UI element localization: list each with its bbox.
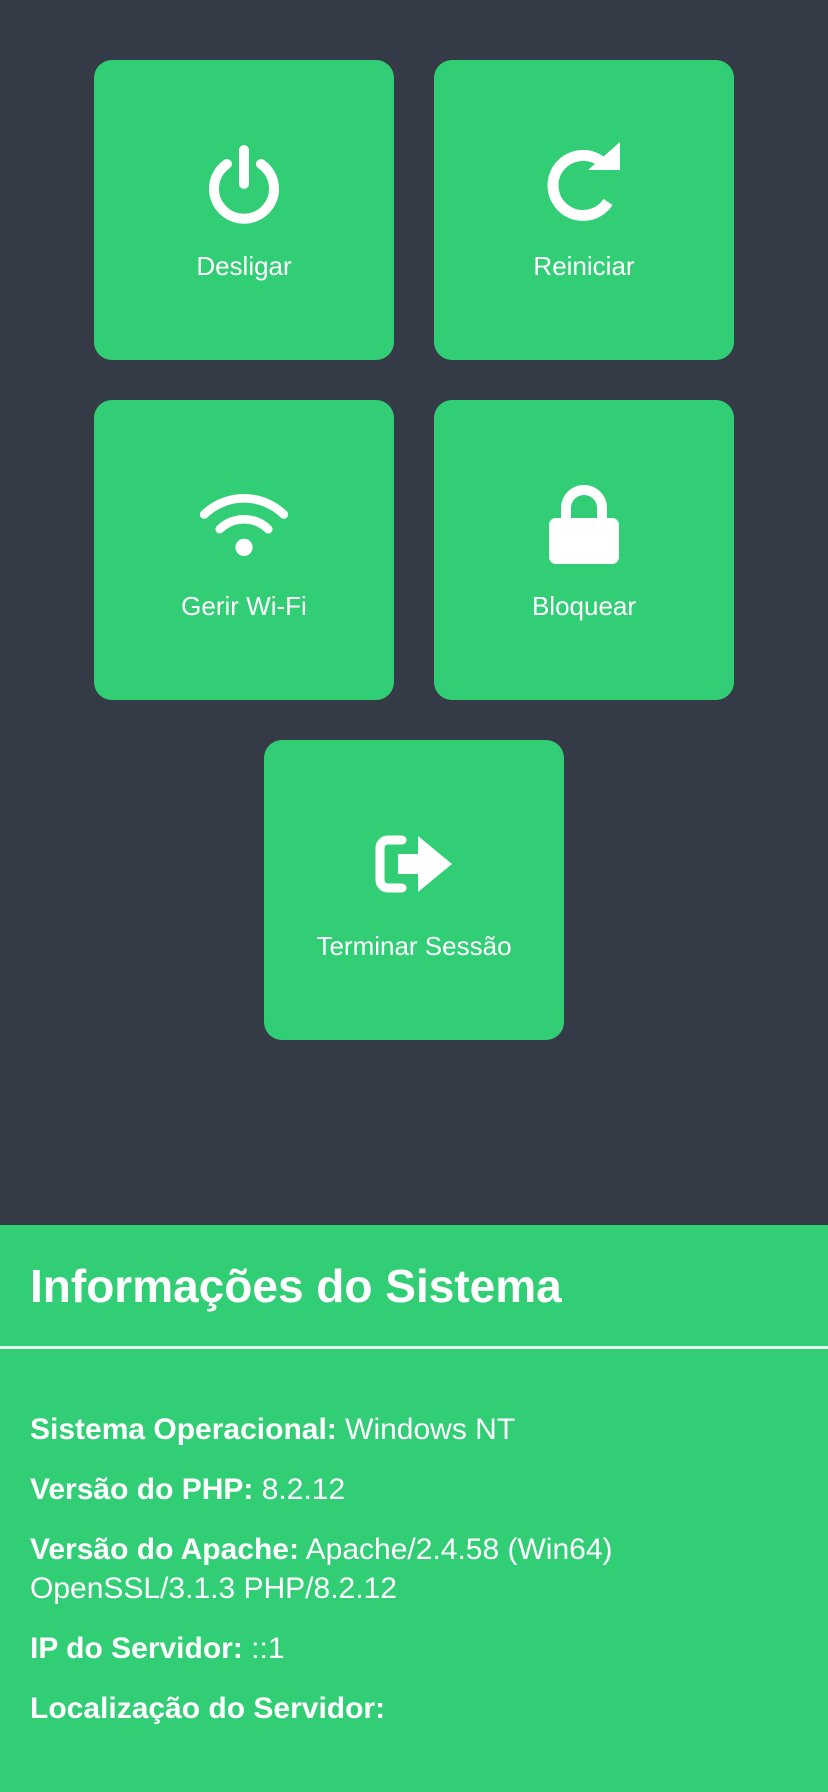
action-grid: Desligar Reiniciar Gerir Wi-Fi Bloquear … (0, 0, 828, 1225)
shutdown-button[interactable]: Desligar (94, 60, 394, 360)
os-label: Sistema Operacional: (30, 1413, 337, 1446)
wifi-icon (199, 479, 289, 569)
restart-icon (539, 139, 629, 229)
logout-icon (369, 819, 459, 909)
info-row-apache: Versão do Apache: Apache/2.4.58 (Win64) … (30, 1530, 790, 1608)
wifi-label: Gerir Wi-Fi (181, 590, 307, 621)
power-icon (199, 139, 289, 229)
php-label: Versão do PHP: (30, 1473, 254, 1506)
info-row-os: Sistema Operacional: Windows NT (30, 1410, 790, 1449)
system-info-list: Sistema Operacional: Windows NT Versão d… (30, 1410, 790, 1749)
php-value: 8.2.12 (261, 1473, 346, 1506)
system-info-title: Informações do Sistema (30, 1260, 562, 1312)
info-row-php: Versão do PHP: 8.2.12 (30, 1470, 790, 1509)
restart-button[interactable]: Reiniciar (434, 60, 734, 360)
ip-value: ::1 (251, 1632, 285, 1665)
divider (0, 1346, 828, 1349)
apache-label: Versão do Apache: (30, 1533, 299, 1566)
wifi-button[interactable]: Gerir Wi-Fi (94, 400, 394, 700)
location-label: Localização do Servidor: (30, 1692, 386, 1725)
lock-label: Bloquear (531, 590, 637, 621)
shutdown-label: Desligar (196, 250, 292, 281)
logout-button[interactable]: Terminar Sessão (264, 740, 564, 1040)
os-value: Windows NT (345, 1413, 516, 1446)
lock-button[interactable]: Bloquear (434, 400, 734, 700)
restart-label: Reiniciar (533, 250, 635, 281)
info-row-ip: IP do Servidor: ::1 (30, 1629, 790, 1668)
lock-icon (539, 479, 629, 569)
info-row-location: Localização do Servidor: (30, 1689, 790, 1728)
logout-label: Terminar Sessão (316, 930, 512, 961)
system-info-panel: Informações do Sistema Sistema Operacion… (0, 1225, 828, 1792)
ip-label: IP do Servidor: (30, 1632, 243, 1665)
